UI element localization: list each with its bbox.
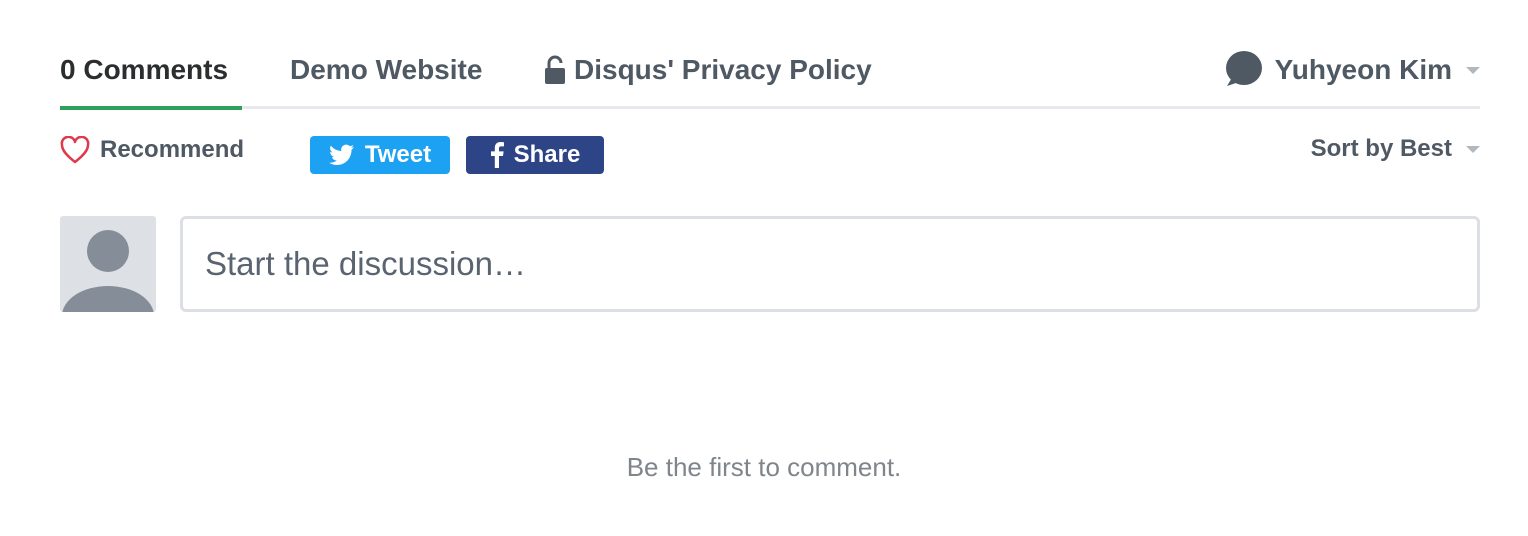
tweet-button[interactable]: Tweet [310, 136, 450, 174]
heart-icon [60, 136, 90, 164]
avatar [60, 216, 156, 312]
recommend-button[interactable]: Recommend [60, 136, 244, 164]
tweet-label: Tweet [364, 141, 432, 168]
user-menu[interactable]: Yuhyeon Kim [1223, 50, 1480, 90]
action-bar: Recommend Tweet Share Sort by Best [60, 134, 1480, 178]
share-label: Share [513, 141, 581, 168]
chevron-down-icon [1466, 66, 1480, 74]
lock-icon [545, 55, 565, 84]
recommend-label: Recommend [100, 136, 245, 163]
speech-bubble-icon [1225, 51, 1262, 86]
tab-privacy-label: Disqus' Privacy Policy [574, 54, 872, 85]
comment-input[interactable]: Start the discussion… [180, 216, 1480, 312]
comments-nav: 0 Comments Demo Website Disqus' Privacy … [60, 0, 1480, 112]
default-avatar-icon [62, 230, 154, 312]
sort-dropdown[interactable]: Sort by Best [1311, 134, 1480, 164]
active-tab-indicator [60, 106, 242, 110]
empty-state-message: Be the first to comment. [626, 452, 902, 482]
nav-divider [60, 106, 1480, 109]
tab-comments[interactable]: 0 Comments [60, 50, 228, 90]
chevron-down-icon [1466, 145, 1480, 153]
comment-placeholder: Start the discussion… [205, 245, 526, 282]
facebook-icon [490, 142, 504, 168]
tab-privacy-policy[interactable]: Disqus' Privacy Policy [544, 50, 872, 90]
facebook-share-button[interactable]: Share [466, 136, 604, 174]
tab-community[interactable]: Demo Website [290, 50, 482, 90]
sort-label: Sort by Best [1310, 135, 1452, 162]
user-name: Yuhyeon Kim [1274, 54, 1452, 85]
twitter-bird-icon [328, 144, 354, 165]
